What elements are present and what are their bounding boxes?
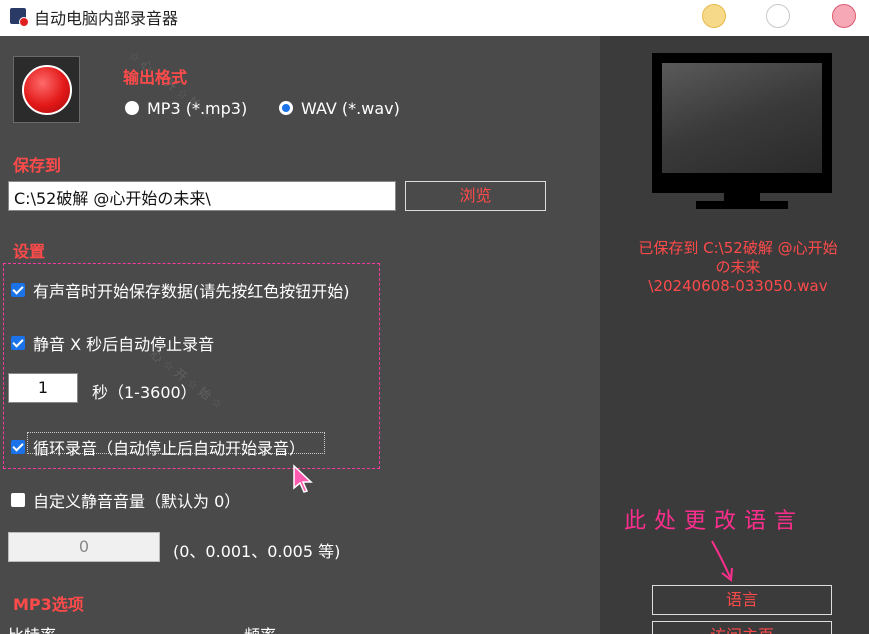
- side-panel: 已保存到 C:\52破解 @心开始 の未来 \20240608-033050.w…: [600, 36, 869, 634]
- radio-mp3-label: MP3 (*.mp3): [147, 98, 248, 118]
- custom-silence-check-indicator[interactable]: [11, 493, 25, 507]
- saved-status-line: の未来: [715, 258, 761, 276]
- annotation-text: 此处更改语言: [624, 509, 805, 534]
- maximize-button[interactable]: [766, 4, 790, 28]
- title-bar: 自动电脑内部录音器: [0, 0, 869, 36]
- mouse-cursor-icon: [293, 464, 313, 493]
- auto-stop-checkbox[interactable]: 静音 X 秒后自动停止录音: [11, 331, 214, 355]
- mp3-options-label: MP3选项: [13, 595, 84, 614]
- monitor-icon: [652, 53, 832, 193]
- annotation-arrow-icon: [711, 540, 733, 582]
- radio-wav-indicator[interactable]: [279, 101, 293, 115]
- language-button[interactable]: 语言: [652, 585, 832, 615]
- monitor-stand-base: [696, 201, 788, 209]
- homepage-button[interactable]: 访问主页: [652, 621, 832, 634]
- radio-wav[interactable]: WAV (*.wav): [279, 98, 400, 118]
- start-on-sound-checkbox[interactable]: 有声音时开始保存数据(请先按红色按钮开始): [11, 278, 350, 302]
- silence-volume-input[interactable]: 0: [8, 532, 160, 562]
- browse-button[interactable]: 浏览: [405, 181, 546, 211]
- radio-mp3[interactable]: MP3 (*.mp3): [125, 98, 247, 118]
- custom-silence-label: 自定义静音音量（默认为 0）: [33, 492, 241, 511]
- silence-volume-hint: (0、0.001、0.005 等): [173, 542, 341, 561]
- start-on-sound-check-indicator[interactable]: [11, 283, 25, 297]
- saved-status-line: 已保存到 C:\52破解 @心开始: [638, 239, 838, 257]
- monitor-stand-neck: [724, 193, 760, 201]
- save-path-input[interactable]: C:\52破解 @心开始の未来\: [8, 181, 396, 211]
- saved-status: 已保存到 C:\52破解 @心开始 の未来 \20240608-033050.w…: [618, 239, 858, 296]
- bitrate-label: 比特率: [8, 622, 56, 634]
- settings-label: 设置: [13, 242, 46, 261]
- radio-mp3-indicator[interactable]: [125, 101, 139, 115]
- monitor-screen: [662, 63, 822, 173]
- loop-record-checkbox[interactable]: 循环录音（自动停止后自动开始录音）: [11, 435, 305, 459]
- custom-silence-checkbox[interactable]: 自定义静音音量（默认为 0）: [11, 488, 240, 512]
- frequency-label: 频率: [244, 622, 276, 634]
- auto-stop-label: 静音 X 秒后自动停止录音: [33, 335, 215, 354]
- saved-status-line: \20240608-033050.wav: [648, 277, 828, 295]
- start-on-sound-label: 有声音时开始保存数据(请先按红色按钮开始): [33, 282, 350, 301]
- record-button-frame[interactable]: [13, 56, 80, 123]
- window-title: 自动电脑内部录音器: [34, 9, 179, 28]
- record-button[interactable]: [22, 65, 72, 115]
- auto-stop-check-indicator[interactable]: [11, 336, 25, 350]
- close-button[interactable]: [832, 4, 856, 28]
- radio-wav-label: WAV (*.wav): [301, 98, 400, 118]
- minimize-button[interactable]: [702, 4, 726, 28]
- loop-record-check-indicator[interactable]: [11, 440, 25, 454]
- main-panel: ☆ 心 ☆ 开 ☆ 始 ☆ ☆ 心 ☆ 开 ☆ 始 ☆ 输出格式 MP3 (*.…: [0, 36, 600, 634]
- seconds-label: 秒（1-3600）: [92, 383, 197, 402]
- seconds-input[interactable]: 1: [8, 373, 78, 403]
- loop-record-label: 循环录音（自动停止后自动开始录音）: [33, 439, 306, 458]
- save-to-label: 保存到: [13, 156, 62, 175]
- output-format-label: 输出格式: [123, 68, 188, 87]
- app-icon: [10, 8, 29, 27]
